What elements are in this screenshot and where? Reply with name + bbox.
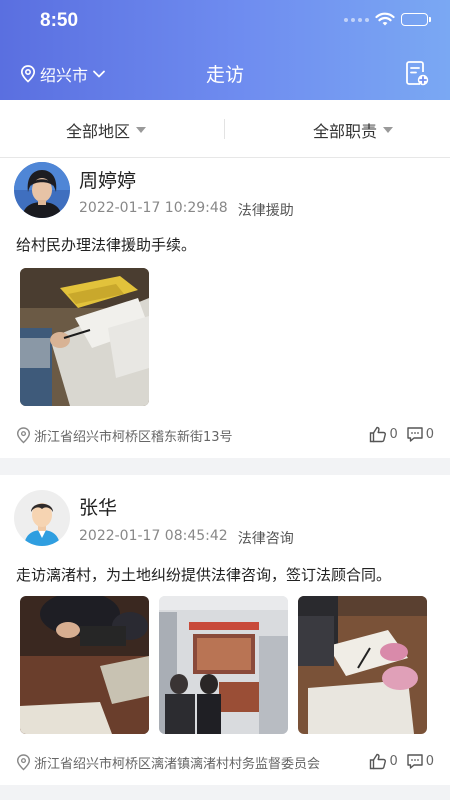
status-bar: 8:50 [0,0,450,44]
comment-button[interactable]: 0 [406,753,434,770]
status-icons [344,12,431,27]
bottom-spacer [0,785,450,800]
post-meta: 2022-01-17 10:29:48 法律援助 [79,200,294,220]
location-text: 浙江省绍兴市柯桥区漓渚镇漓渚村村务监督委员会 [34,757,321,772]
like-count: 0 [389,427,398,442]
comment-icon [407,754,423,769]
post-meta: 2022-01-17 08:45:42 法律咨询 [79,528,294,548]
comment-button[interactable]: 0 [406,426,434,443]
author-name: 张华 [79,497,118,519]
battery-icon [401,13,431,26]
nav-bar: 绍兴市 走访 [0,52,450,96]
page-title: 走访 [205,64,244,86]
like-button[interactable]: 0 [369,753,398,770]
post-photo[interactable] [298,596,427,734]
post-photo[interactable] [20,268,149,406]
like-count: 0 [389,754,398,769]
like-button[interactable]: 0 [369,426,398,443]
status-time: 8:50 [40,10,79,31]
post-location: 浙江省绍兴市柯桥区稽东新街13号 [16,426,233,445]
wifi-icon [375,12,395,26]
duty-filter[interactable]: 全部职责 [313,118,394,142]
post-card[interactable]: 周婷婷 2022-01-17 10:29:48 法律援助 给村民办理法律援助手续… [0,158,450,458]
filter-bar: 全部地区 全部职责 [0,100,450,158]
post-category: 法律援助 [237,203,294,219]
thumbs-up-icon [370,753,387,770]
caret-down-icon [136,127,147,133]
post-category: 法律咨询 [237,531,294,547]
post-actions: 0 0 [369,753,434,770]
signal-icon [344,17,369,22]
region-filter[interactable]: 全部地区 [66,118,147,142]
app-header: 8:50 绍兴市 走访 [0,0,450,100]
thumbs-up-icon [370,426,387,443]
avatar[interactable] [14,162,70,218]
post-content: 走访漓渚村，为土地纠纷提供法律咨询，签订法顾合同。 [16,566,392,584]
post-location: 浙江省绍兴市柯桥区漓渚镇漓渚村村务监督委员会 [16,753,320,772]
post-datetime: 2022-01-17 10:29:48 [79,200,228,216]
post-content: 给村民办理法律援助手续。 [16,236,197,254]
caret-down-icon [383,127,394,133]
location-pin-icon [16,754,31,771]
region-filter-label: 全部地区 [66,122,131,141]
post-card[interactable]: 张华 2022-01-17 08:45:42 法律咨询 走访漓渚村，为土地纠纷提… [0,475,450,785]
comment-icon [407,427,423,442]
avatar[interactable] [14,490,70,546]
photo-grid [20,596,427,734]
location-text: 浙江省绍兴市柯桥区稽东新街13号 [34,430,233,445]
comment-count: 0 [425,427,434,442]
author-name: 周婷婷 [79,170,137,192]
location-pin-icon [16,427,31,444]
filter-divider [224,119,225,139]
add-document-icon[interactable] [404,60,430,88]
post-datetime: 2022-01-17 08:45:42 [79,528,228,544]
comment-count: 0 [425,754,434,769]
photo-grid [20,268,149,406]
post-photo[interactable] [20,596,149,734]
post-actions: 0 0 [369,426,434,443]
post-photo[interactable] [159,596,288,734]
duty-filter-label: 全部职责 [313,122,378,141]
